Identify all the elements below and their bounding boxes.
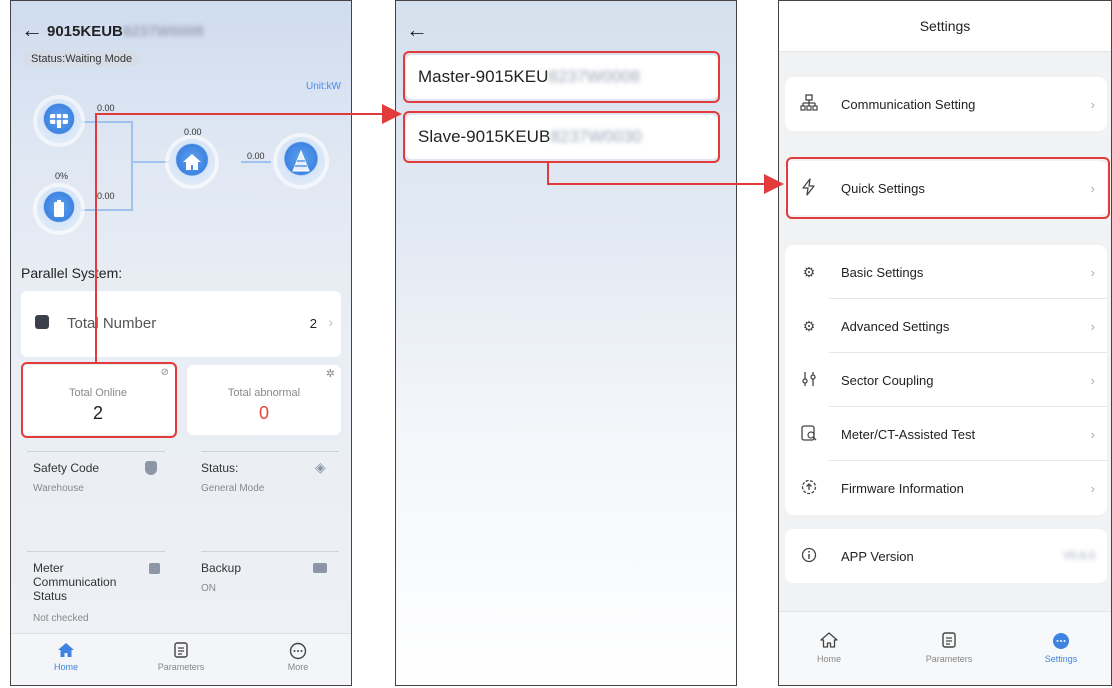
annotation-arrows [95, 104, 784, 362]
